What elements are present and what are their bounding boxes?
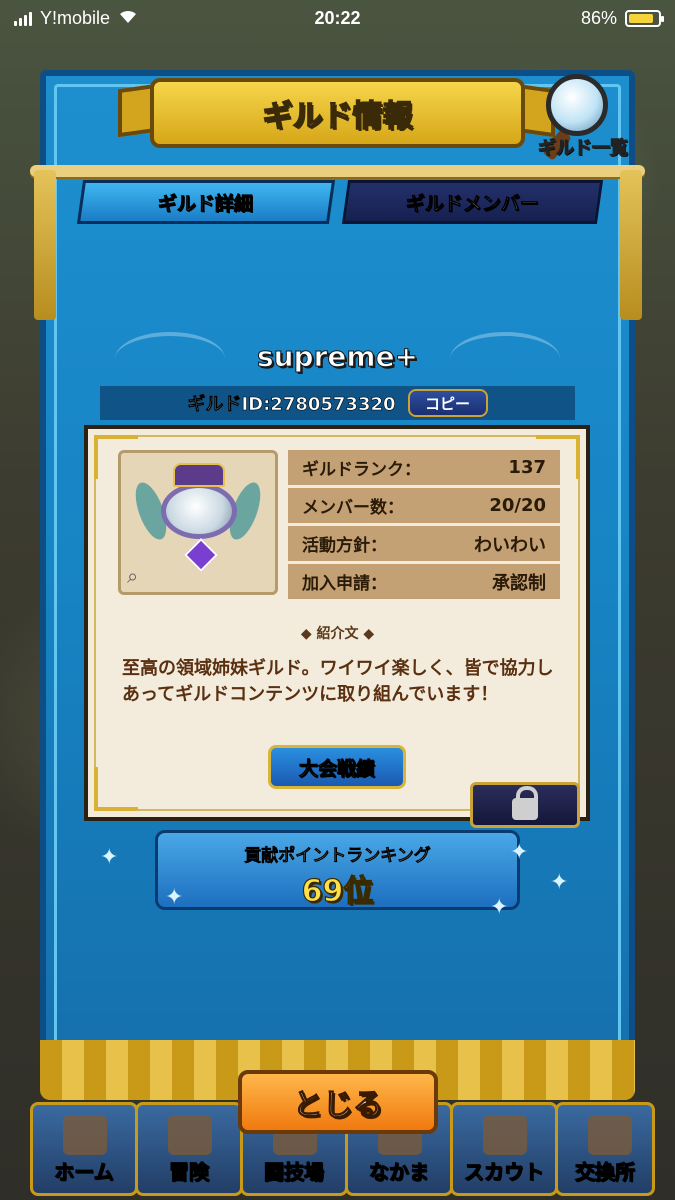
nav-exchange[interactable]: 交換所: [555, 1102, 655, 1196]
tournament-record-button[interactable]: 大会戦績: [268, 745, 406, 789]
guild-id-row: ギルドID:2780573320 コピー: [100, 386, 575, 420]
stat-policy: 活動方針： わいわい: [288, 526, 560, 561]
tab-guild-member[interactable]: ギルドメンバー: [341, 180, 604, 224]
chevron-left-icon: ◆: [300, 626, 317, 642]
guild-stats: ギルドランク： 137 メンバー数： 20/20 活動方針： わいわい 加入申請…: [288, 450, 560, 602]
sparkle-icon: ✦: [510, 840, 529, 865]
exchange-icon: [588, 1115, 632, 1155]
nav-home[interactable]: ホーム: [30, 1102, 138, 1196]
ranking-value: 69位: [301, 873, 374, 909]
sparkle-icon: ✦: [550, 870, 569, 895]
tassel-left: [34, 170, 56, 320]
guild-list-label: ギルド一覧: [538, 138, 629, 160]
stat-label: 加入申請：: [302, 574, 387, 594]
zoom-icon: ⌕: [127, 564, 139, 588]
corner-ornament: [94, 767, 138, 811]
tab-guild-detail-label: ギルド詳細: [158, 192, 254, 215]
magnifier-icon: [546, 74, 608, 136]
stat-label: メンバー数：: [302, 498, 404, 518]
lock-button[interactable]: [470, 782, 580, 828]
sparkle-icon: ✦: [490, 895, 509, 920]
rope-decoration: [30, 165, 645, 177]
stat-application: 加入申請： 承認制: [288, 564, 560, 599]
battery-percent: 86%: [580, 8, 617, 28]
horse-icon: [168, 1115, 212, 1155]
nav-adventure-label: 冒険: [169, 1160, 210, 1185]
nav-scout-label: スカウト: [464, 1160, 545, 1185]
intro-heading-label: 紹介文: [316, 626, 359, 642]
stat-label: 活動方針：: [302, 536, 387, 556]
gem-icon: [184, 538, 218, 572]
tab-guild-member-label: ギルドメンバー: [405, 192, 540, 215]
tab-guild-detail[interactable]: ギルド詳細: [76, 180, 336, 224]
nav-scout[interactable]: スカウト: [450, 1102, 558, 1196]
guild-list-button[interactable]: ギルド一覧: [528, 70, 638, 165]
intro-text: 至高の領域姉妹ギルド。ワイワイ楽しく、皆で協力しあってギルドコンテンツに取り組ん…: [122, 658, 554, 705]
lock-icon: [512, 786, 538, 820]
stat-rank: ギルドランク： 137: [288, 450, 560, 485]
close-button[interactable]: とじる: [238, 1070, 438, 1134]
nav-companions-label: なかま: [369, 1160, 430, 1185]
battery-icon: [625, 10, 664, 27]
page-title: ギルド情報: [262, 98, 414, 135]
crown-icon: [173, 463, 225, 487]
intro-heading: ◆ 紹介文 ◆: [0, 623, 675, 643]
copy-button[interactable]: コピー: [407, 389, 488, 417]
guild-emblem[interactable]: ⌕: [118, 450, 278, 595]
nav-exchange-label: 交換所: [575, 1160, 636, 1185]
status-bar: Y!mobile 20:22 86%: [0, 0, 675, 38]
chevron-right-icon: ◆: [358, 626, 375, 642]
mirror-icon: [161, 483, 237, 539]
nav-home-label: ホーム: [54, 1160, 114, 1185]
nav-arena-label: 闘技場: [264, 1160, 325, 1185]
sparkle-icon: ✦: [100, 845, 119, 870]
stat-value: 137: [508, 457, 546, 478]
stat-label: ギルドランク：: [302, 460, 421, 480]
stat-value: 20/20: [489, 495, 546, 516]
stat-value: わいわい: [474, 534, 546, 556]
tent-icon: [63, 1115, 107, 1155]
stat-value: 承認制: [492, 572, 546, 594]
nav-adventure[interactable]: 冒険: [135, 1102, 243, 1196]
title-ribbon: ギルド情報: [150, 78, 525, 148]
tassel-right: [620, 170, 642, 320]
guild-name: supreme+: [256, 340, 419, 374]
clock: 20:22: [314, 8, 361, 28]
scout-icon: [483, 1115, 527, 1155]
stat-members: メンバー数： 20/20: [288, 488, 560, 523]
guild-id: ギルドID:2780573320: [187, 394, 396, 416]
contribution-ranking: 貢献ポイントランキング 69位: [155, 830, 520, 910]
sparkle-icon: ✦: [165, 885, 184, 910]
ranking-title: 貢献ポイントランキング: [244, 846, 431, 867]
